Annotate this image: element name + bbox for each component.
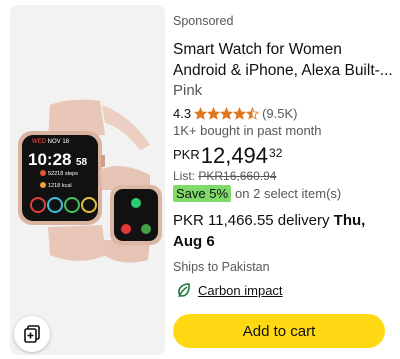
list-price: PKR16,660.94	[198, 169, 277, 183]
product-card[interactable]: WED NOV 18 10:28 58 52218 steps 1218 kca…	[0, 0, 400, 359]
delivery-date: Aug 6	[173, 233, 215, 250]
ships-to: Ships to Pakistan	[173, 260, 270, 274]
compare-icon	[24, 325, 40, 343]
star-icon	[233, 107, 247, 120]
star-icon	[220, 107, 234, 120]
svg-text:1218 kcal: 1218 kcal	[48, 183, 72, 189]
product-title-line-1[interactable]: Smart Watch for Women	[173, 39, 395, 60]
delivery-info: PKR 11,466.55 delivery Thu, Aug 6	[173, 210, 395, 252]
star-icon	[207, 107, 221, 120]
price: PKR 12,494 32	[173, 143, 282, 169]
product-image-panel[interactable]: WED NOV 18 10:28 58 52218 steps 1218 kca…	[10, 5, 165, 355]
save-text: on 2 select item(s)	[235, 186, 342, 201]
sponsored-label[interactable]: Sponsored	[173, 14, 233, 28]
delivery-date-day: Thu,	[333, 212, 366, 229]
leaf-icon	[178, 283, 190, 298]
carbon-impact[interactable]: Carbon impact	[176, 282, 283, 298]
list-price-row: List: PKR16,660.94	[173, 169, 276, 183]
star-rating[interactable]	[194, 107, 260, 120]
price-whole: 12,494	[200, 143, 269, 168]
rating-row[interactable]: 4.3 (9.5K)	[173, 106, 297, 121]
star-icon	[246, 107, 260, 120]
svg-text:WED NOV 18: WED NOV 18	[32, 139, 70, 145]
add-to-cart-button[interactable]: Add to cart	[173, 314, 385, 348]
product-title-line-2[interactable]: Android & iPhone, Alexa Built-...	[173, 60, 395, 81]
star-icon	[194, 107, 208, 120]
compare-button[interactable]	[14, 316, 50, 352]
product-variant: Pink	[173, 82, 203, 99]
product-title[interactable]: Smart Watch for Women Android & iPhone, …	[173, 39, 395, 81]
save-badge[interactable]: Save 5%	[173, 185, 232, 202]
bought-in-past-month: 1K+ bought in past month	[173, 123, 322, 138]
svg-text:58: 58	[76, 157, 88, 168]
rating-value: 4.3	[173, 106, 192, 121]
price-currency: PKR	[173, 147, 200, 162]
delivery-price: PKR 11,466.55 delivery	[173, 212, 334, 229]
review-count[interactable]: (9.5K)	[262, 106, 297, 121]
svg-text:10:28: 10:28	[28, 150, 71, 169]
coupon-row[interactable]: Save 5% on 2 select item(s)	[173, 185, 341, 202]
svg-text:52218 steps: 52218 steps	[48, 171, 78, 177]
list-price-label: List:	[173, 169, 196, 183]
price-fraction: 32	[269, 146, 283, 160]
product-image[interactable]: WED NOV 18 10:28 58 52218 steps 1218 kca…	[10, 5, 165, 355]
carbon-impact-link[interactable]: Carbon impact	[198, 283, 283, 298]
